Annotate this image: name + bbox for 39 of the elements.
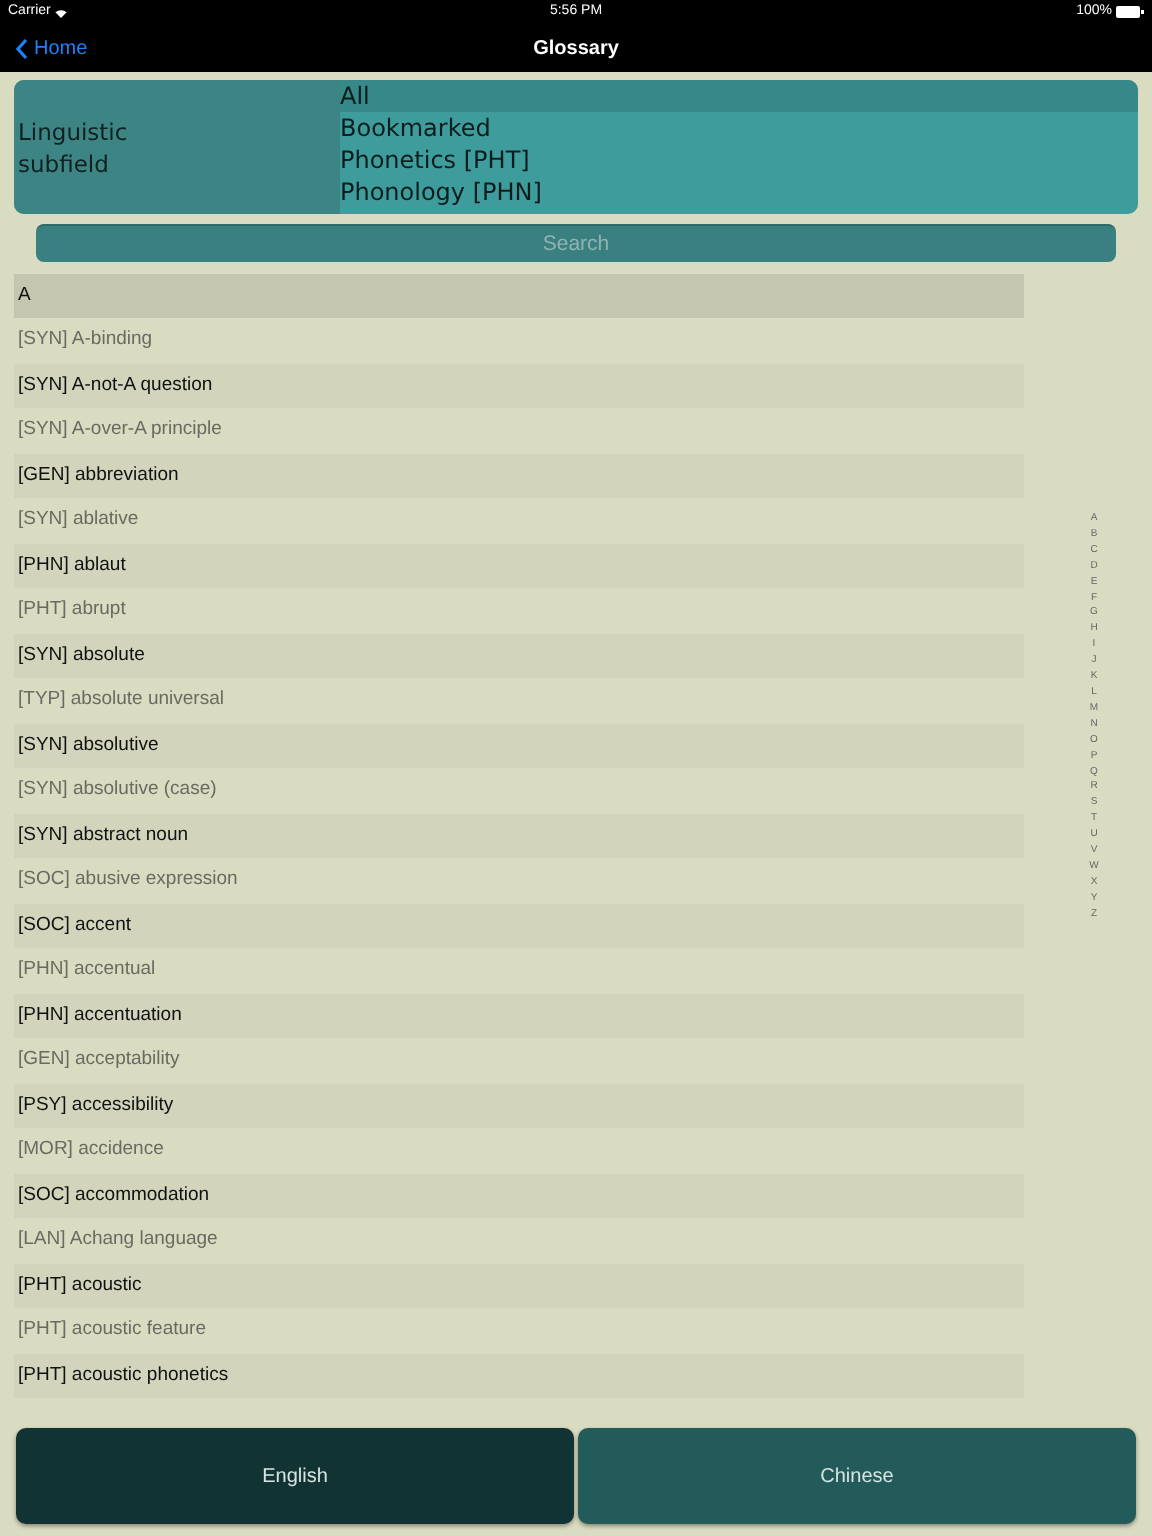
glossary-row[interactable]: [PHT] abrupt (14, 588, 1024, 633)
glossary-row[interactable]: [PHN] accentuation (14, 993, 1024, 1038)
glossary-row[interactable]: [PHT] acoustic phonetics (14, 1353, 1024, 1398)
glossary-row[interactable]: [PHN] accentual (14, 948, 1024, 993)
picker-option[interactable]: All (340, 80, 1138, 112)
subfield-picker[interactable]: Linguistic subfield All Bookmarked Phonetics [PHT] Phonology [PHN] (14, 80, 1138, 214)
language-tab[interactable]: Chinese (578, 1428, 1136, 1524)
glossary-row[interactable]: [PSY] accessibility (14, 1083, 1024, 1128)
glossary-row[interactable]: [SYN] A-not-A question (14, 363, 1024, 408)
glossary-row[interactable]: [SYN] A-over-A principle (14, 408, 1024, 453)
glossary-row[interactable]: [SOC] accommodation (14, 1173, 1024, 1218)
glossary-row[interactable]: [SYN] abstract noun (14, 813, 1024, 858)
chevron-left-icon (16, 37, 28, 59)
nav-title: Glossary (533, 35, 619, 63)
glossary-row[interactable]: [MOR] accidence (14, 1128, 1024, 1173)
glossary-row[interactable]: [SYN] absolutive (case) (14, 768, 1024, 813)
glossary-row[interactable]: [PHT] acoustic (14, 1263, 1024, 1308)
glossary-row[interactable]: [PHT] acoustic feature (14, 1308, 1024, 1353)
picker-option[interactable]: Bookmarked (340, 112, 1138, 144)
glossary-row[interactable]: [GEN] acceptability (14, 1038, 1024, 1083)
section-header: A (14, 274, 1024, 318)
glossary-row[interactable]: [SOC] accent (14, 903, 1024, 948)
glossary-row[interactable]: [GEN] abbreviation (14, 453, 1024, 498)
wifi-icon (54, 7, 69, 17)
battery-icon (1116, 6, 1144, 18)
picker-option[interactable]: Phonology [PHN] (340, 176, 1138, 208)
glossary-row[interactable]: [LAN] Achang language (14, 1218, 1024, 1263)
glossary-row[interactable]: [SYN] absolutive (14, 723, 1024, 768)
glossary-row[interactable]: [SOC] abusive expression (14, 858, 1024, 903)
glossary-row[interactable]: [SYN] absolute (14, 633, 1024, 678)
back-button[interactable]: Home (0, 33, 88, 63)
picker-option[interactable]: Phonetics [PHT] (340, 144, 1138, 176)
search-field[interactable]: Search (36, 224, 1116, 262)
glossary-row[interactable]: [TYP] absolute universal (14, 678, 1024, 723)
glossary-row[interactable]: [PHN] ablaut (14, 543, 1024, 588)
glossary-row[interactable]: [SYN] A-binding (14, 318, 1024, 363)
language-tab[interactable]: English (16, 1428, 574, 1524)
picker-label: Linguistic subfield (18, 115, 130, 179)
glossary-row[interactable]: [SYN] ablative (14, 498, 1024, 543)
